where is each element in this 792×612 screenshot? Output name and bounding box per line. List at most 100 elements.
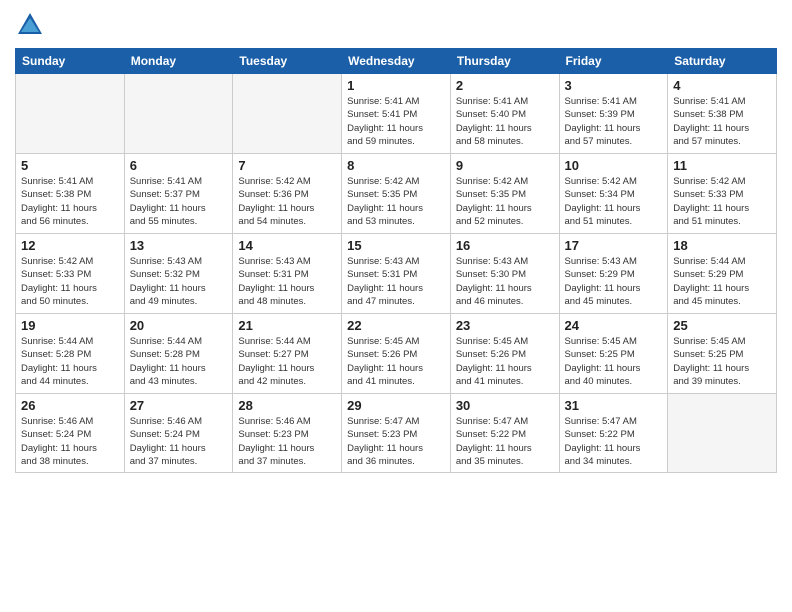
calendar-header-sunday: Sunday: [16, 49, 125, 74]
calendar-cell: [233, 74, 342, 154]
day-number: 25: [673, 318, 771, 333]
day-number: 8: [347, 158, 445, 173]
calendar-cell: 8 Sunrise: 5:42 AM Sunset: 5:35 PM Daylig…: [342, 154, 451, 234]
day-info: Sunrise: 5:41 AM Sunset: 5:41 PM Dayligh…: [347, 95, 445, 148]
calendar-cell: 25 Sunrise: 5:45 AM Sunset: 5:25 PM Dayli…: [668, 314, 777, 394]
calendar-cell: 19 Sunrise: 5:44 AM Sunset: 5:28 PM Dayli…: [16, 314, 125, 394]
day-number: 9: [456, 158, 554, 173]
day-info: Sunrise: 5:45 AM Sunset: 5:25 PM Dayligh…: [673, 335, 771, 388]
day-info: Sunrise: 5:43 AM Sunset: 5:31 PM Dayligh…: [347, 255, 445, 308]
day-info: Sunrise: 5:42 AM Sunset: 5:35 PM Dayligh…: [456, 175, 554, 228]
day-number: 18: [673, 238, 771, 253]
day-number: 20: [130, 318, 228, 333]
calendar-week-4: 19 Sunrise: 5:44 AM Sunset: 5:28 PM Dayli…: [16, 314, 777, 394]
day-number: 30: [456, 398, 554, 413]
day-info: Sunrise: 5:42 AM Sunset: 5:34 PM Dayligh…: [565, 175, 663, 228]
logo-icon: [15, 10, 45, 40]
day-info: Sunrise: 5:44 AM Sunset: 5:27 PM Dayligh…: [238, 335, 336, 388]
calendar-week-2: 5 Sunrise: 5:41 AM Sunset: 5:38 PM Daylig…: [16, 154, 777, 234]
day-info: Sunrise: 5:41 AM Sunset: 5:40 PM Dayligh…: [456, 95, 554, 148]
calendar-week-1: 1 Sunrise: 5:41 AM Sunset: 5:41 PM Daylig…: [16, 74, 777, 154]
calendar-cell: 24 Sunrise: 5:45 AM Sunset: 5:25 PM Dayli…: [559, 314, 668, 394]
day-info: Sunrise: 5:44 AM Sunset: 5:28 PM Dayligh…: [21, 335, 119, 388]
day-info: Sunrise: 5:43 AM Sunset: 5:30 PM Dayligh…: [456, 255, 554, 308]
page: SundayMondayTuesdayWednesdayThursdayFrid…: [0, 0, 792, 612]
calendar-cell: 6Sunrise: 5:41 AM Sunset: 5:37 PM Daylig…: [124, 154, 233, 234]
day-number: 28: [238, 398, 336, 413]
calendar-cell: 28 Sunrise: 5:46 AM Sunset: 5:23 PM Dayli…: [233, 394, 342, 473]
day-info: Sunrise: 5:45 AM Sunset: 5:26 PM Dayligh…: [347, 335, 445, 388]
calendar-cell: 23 Sunrise: 5:45 AM Sunset: 5:26 PM Dayli…: [450, 314, 559, 394]
calendar-cell: 13Sunrise: 5:43 AM Sunset: 5:32 PM Dayli…: [124, 234, 233, 314]
day-info: Sunrise: 5:42 AM Sunset: 5:35 PM Dayligh…: [347, 175, 445, 228]
day-number: 1: [347, 78, 445, 93]
day-info: Sunrise: 5:46 AM Sunset: 5:24 PM Dayligh…: [130, 415, 228, 468]
day-number: 23: [456, 318, 554, 333]
header: [15, 10, 777, 40]
calendar-week-3: 12 Sunrise: 5:42 AM Sunset: 5:33 PM Dayli…: [16, 234, 777, 314]
day-number: 7: [238, 158, 336, 173]
day-number: 26: [21, 398, 119, 413]
day-info: Sunrise: 5:46 AM Sunset: 5:23 PM Dayligh…: [238, 415, 336, 468]
day-info: Sunrise: 5:41 AM Sunset: 5:38 PM Dayligh…: [21, 175, 119, 228]
day-number: 13: [130, 238, 228, 253]
day-info: Sunrise: 5:44 AM Sunset: 5:29 PM Dayligh…: [673, 255, 771, 308]
calendar-header-saturday: Saturday: [668, 49, 777, 74]
calendar-cell: [124, 74, 233, 154]
day-info: Sunrise: 5:41 AM Sunset: 5:38 PM Dayligh…: [673, 95, 771, 148]
calendar-cell: 17 Sunrise: 5:43 AM Sunset: 5:29 PM Dayli…: [559, 234, 668, 314]
day-number: 31: [565, 398, 663, 413]
calendar-cell: 29 Sunrise: 5:47 AM Sunset: 5:23 PM Dayli…: [342, 394, 451, 473]
day-number: 11: [673, 158, 771, 173]
day-number: 29: [347, 398, 445, 413]
day-info: Sunrise: 5:47 AM Sunset: 5:23 PM Dayligh…: [347, 415, 445, 468]
day-info: Sunrise: 5:41 AM Sunset: 5:39 PM Dayligh…: [565, 95, 663, 148]
day-info: Sunrise: 5:45 AM Sunset: 5:25 PM Dayligh…: [565, 335, 663, 388]
day-number: 2: [456, 78, 554, 93]
day-info: Sunrise: 5:46 AM Sunset: 5:24 PM Dayligh…: [21, 415, 119, 468]
calendar-cell: 12 Sunrise: 5:42 AM Sunset: 5:33 PM Dayli…: [16, 234, 125, 314]
calendar-cell: 14Sunrise: 5:43 AM Sunset: 5:31 PM Dayli…: [233, 234, 342, 314]
day-number: 3: [565, 78, 663, 93]
day-number: 17: [565, 238, 663, 253]
calendar-cell: 3 Sunrise: 5:41 AM Sunset: 5:39 PM Daylig…: [559, 74, 668, 154]
day-info: Sunrise: 5:47 AM Sunset: 5:22 PM Dayligh…: [456, 415, 554, 468]
day-info: Sunrise: 5:44 AM Sunset: 5:28 PM Dayligh…: [130, 335, 228, 388]
calendar-cell: 20 Sunrise: 5:44 AM Sunset: 5:28 PM Dayli…: [124, 314, 233, 394]
calendar-cell: 27Sunrise: 5:46 AM Sunset: 5:24 PM Dayli…: [124, 394, 233, 473]
calendar-cell: 31 Sunrise: 5:47 AM Sunset: 5:22 PM Dayli…: [559, 394, 668, 473]
day-info: Sunrise: 5:43 AM Sunset: 5:29 PM Dayligh…: [565, 255, 663, 308]
day-number: 24: [565, 318, 663, 333]
calendar-header-row: SundayMondayTuesdayWednesdayThursdayFrid…: [16, 49, 777, 74]
day-info: Sunrise: 5:42 AM Sunset: 5:36 PM Dayligh…: [238, 175, 336, 228]
calendar-cell: 7 Sunrise: 5:42 AM Sunset: 5:36 PM Daylig…: [233, 154, 342, 234]
calendar-cell: 10 Sunrise: 5:42 AM Sunset: 5:34 PM Dayli…: [559, 154, 668, 234]
calendar-cell: 30 Sunrise: 5:47 AM Sunset: 5:22 PM Dayli…: [450, 394, 559, 473]
day-number: 10: [565, 158, 663, 173]
day-number: 22: [347, 318, 445, 333]
calendar-header-friday: Friday: [559, 49, 668, 74]
day-number: 6: [130, 158, 228, 173]
day-info: Sunrise: 5:47 AM Sunset: 5:22 PM Dayligh…: [565, 415, 663, 468]
day-info: Sunrise: 5:45 AM Sunset: 5:26 PM Dayligh…: [456, 335, 554, 388]
calendar-header-monday: Monday: [124, 49, 233, 74]
calendar-cell: 9 Sunrise: 5:42 AM Sunset: 5:35 PM Daylig…: [450, 154, 559, 234]
calendar-cell: 22 Sunrise: 5:45 AM Sunset: 5:26 PM Dayli…: [342, 314, 451, 394]
calendar-cell: 15Sunrise: 5:43 AM Sunset: 5:31 PM Dayli…: [342, 234, 451, 314]
day-info: Sunrise: 5:42 AM Sunset: 5:33 PM Dayligh…: [673, 175, 771, 228]
day-number: 16: [456, 238, 554, 253]
day-number: 12: [21, 238, 119, 253]
day-number: 5: [21, 158, 119, 173]
day-info: Sunrise: 5:43 AM Sunset: 5:31 PM Dayligh…: [238, 255, 336, 308]
day-number: 19: [21, 318, 119, 333]
calendar-header-tuesday: Tuesday: [233, 49, 342, 74]
calendar-table: SundayMondayTuesdayWednesdayThursdayFrid…: [15, 48, 777, 473]
day-info: Sunrise: 5:42 AM Sunset: 5:33 PM Dayligh…: [21, 255, 119, 308]
calendar-cell: 1 Sunrise: 5:41 AM Sunset: 5:41 PM Daylig…: [342, 74, 451, 154]
calendar-cell: 21 Sunrise: 5:44 AM Sunset: 5:27 PM Dayli…: [233, 314, 342, 394]
day-number: 21: [238, 318, 336, 333]
calendar-cell: 16 Sunrise: 5:43 AM Sunset: 5:30 PM Dayli…: [450, 234, 559, 314]
logo: [15, 10, 49, 40]
calendar-header-wednesday: Wednesday: [342, 49, 451, 74]
calendar-cell: 26 Sunrise: 5:46 AM Sunset: 5:24 PM Dayli…: [16, 394, 125, 473]
